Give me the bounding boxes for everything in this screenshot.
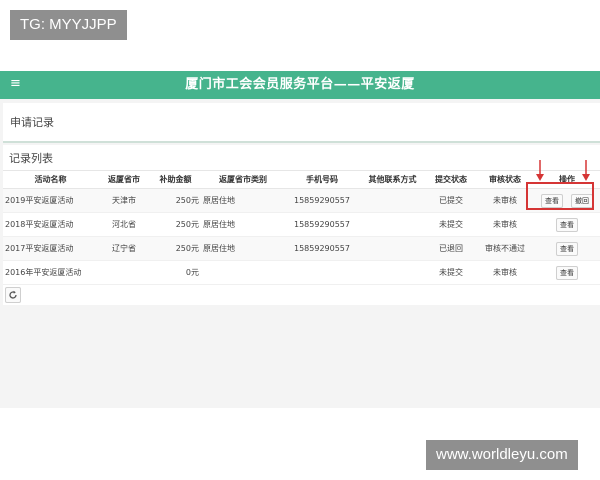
cell-phone — [285, 260, 359, 285]
table-row: 2018平安返厦活动 河北省 250元 原居住地 15859290557 未提交… — [3, 212, 600, 237]
refresh-icon — [9, 290, 17, 299]
cell-category: 原居住地 — [201, 212, 285, 237]
cell-other — [359, 188, 426, 213]
cell-province: 辽宁省 — [98, 236, 150, 261]
cell-review-status: 未审核 — [476, 212, 534, 237]
cell-review-status: 审核不通过 — [476, 236, 534, 261]
records-title: 记录列表 — [9, 152, 53, 165]
refresh-button[interactable] — [5, 287, 21, 303]
cell-submit-status: 未提交 — [426, 260, 476, 285]
cell-actions: 查看 — [534, 236, 600, 261]
cell-submit-status: 已提交 — [426, 188, 476, 213]
table-header-row: 活动名称 返厦省市 补助金额 返厦省市类别 手机号码 其他联系方式 提交状态 审… — [3, 170, 600, 189]
panel-title: 申请记录 — [10, 116, 54, 129]
cell-submit-status: 未提交 — [426, 212, 476, 237]
cell-activity: 2016年平安返厦活动 — [3, 260, 98, 285]
cell-other — [359, 236, 426, 261]
view-button[interactable]: 查看 — [556, 241, 578, 256]
watermark-top: TG: MYYJJPP — [10, 10, 127, 40]
column-header: 返厦省市 — [98, 170, 150, 189]
cell-other — [359, 260, 426, 285]
cell-province — [98, 260, 150, 285]
top-bar: 厦门市工会会员服务平台——平安返厦 ≡ — [0, 71, 600, 99]
panel-header: 申请记录 — [3, 103, 600, 143]
app-window: 厦门市工会会员服务平台——平安返厦 ≡ 申请记录 记录列表 活动名称 返厦省市 … — [0, 71, 600, 408]
table-row: 2019平安返厦活动 天津市 250元 原居住地 15859290557 已提交… — [3, 188, 600, 213]
app-title: 厦门市工会会员服务平台——平安返厦 — [185, 77, 415, 92]
cell-amount: 0元 — [150, 260, 201, 285]
cell-activity: 2018平安返厦活动 — [3, 212, 98, 237]
cell-amount: 250元 — [150, 236, 201, 261]
cell-phone: 15859290557 — [285, 236, 359, 261]
cell-category: 原居住地 — [201, 236, 285, 261]
menu-icon[interactable]: ≡ — [10, 77, 22, 91]
view-button[interactable]: 查看 — [556, 265, 578, 280]
table-row: 2016年平安返厦活动 0元 未提交 未审核 查看 — [3, 260, 600, 285]
column-header: 返厦省市类别 — [201, 170, 285, 189]
cell-phone: 15859290557 — [285, 188, 359, 213]
cell-province: 天津市 — [98, 188, 150, 213]
column-header: 手机号码 — [285, 170, 359, 189]
column-header: 其他联系方式 — [359, 170, 426, 189]
cell-province: 河北省 — [98, 212, 150, 237]
arrow-down-icon — [582, 160, 590, 181]
cell-actions: 查看 — [534, 260, 600, 285]
cell-actions: 查看 — [534, 212, 600, 237]
records-panel: 记录列表 活动名称 返厦省市 补助金额 返厦省市类别 手机号码 其他联系方式 提… — [3, 145, 600, 305]
cell-activity: 2017平安返厦活动 — [3, 236, 98, 261]
view-button[interactable]: 查看 — [556, 217, 578, 232]
cell-category: 原居住地 — [201, 188, 285, 213]
column-header: 补助金额 — [150, 170, 201, 189]
column-header: 活动名称 — [3, 170, 98, 189]
cell-other — [359, 212, 426, 237]
arrow-down-icon — [536, 160, 544, 181]
cell-review-status: 未审核 — [476, 260, 534, 285]
cell-phone: 15859290557 — [285, 212, 359, 237]
cell-submit-status: 已退回 — [426, 236, 476, 261]
table-row: 2017平安返厦活动 辽宁省 250元 原居住地 15859290557 已退回… — [3, 236, 600, 261]
watermark-bottom: www.worldleyu.com — [426, 440, 578, 470]
records-table: 活动名称 返厦省市 补助金额 返厦省市类别 手机号码 其他联系方式 提交状态 审… — [3, 170, 600, 285]
cell-amount: 250元 — [150, 188, 201, 213]
cell-category — [201, 260, 285, 285]
cell-activity: 2019平安返厦活动 — [3, 188, 98, 213]
actions-highlight-box — [526, 182, 594, 210]
column-header: 提交状态 — [426, 170, 476, 189]
cell-amount: 250元 — [150, 212, 201, 237]
